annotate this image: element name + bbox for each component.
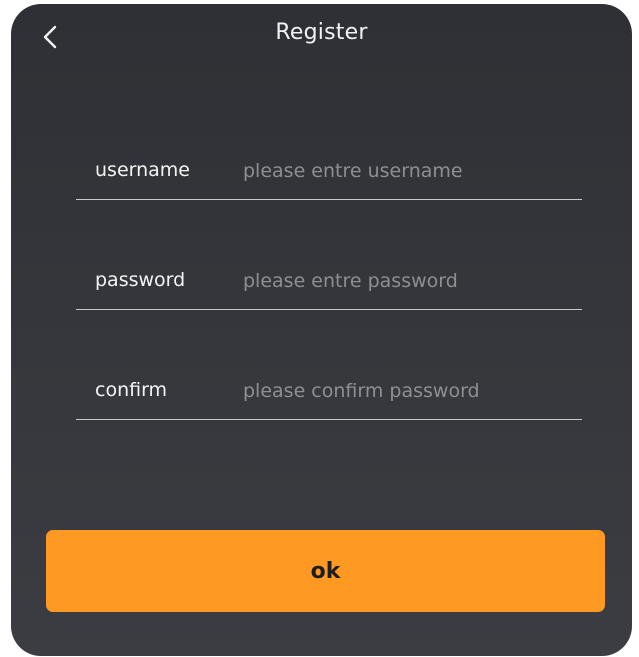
confirm-password-input[interactable] [243,371,573,411]
password-input[interactable] [243,261,573,301]
username-label: username [95,159,190,181]
username-input[interactable] [243,151,573,191]
password-label: password [95,269,186,291]
confirm-label: confirm [95,379,168,401]
password-field: password [76,257,582,310]
page-title: Register [275,20,368,45]
confirm-field: confirm [76,367,582,420]
register-panel: Register username password confirm ok [11,4,632,656]
username-field: username [76,147,582,200]
ok-button[interactable]: ok [46,530,605,612]
